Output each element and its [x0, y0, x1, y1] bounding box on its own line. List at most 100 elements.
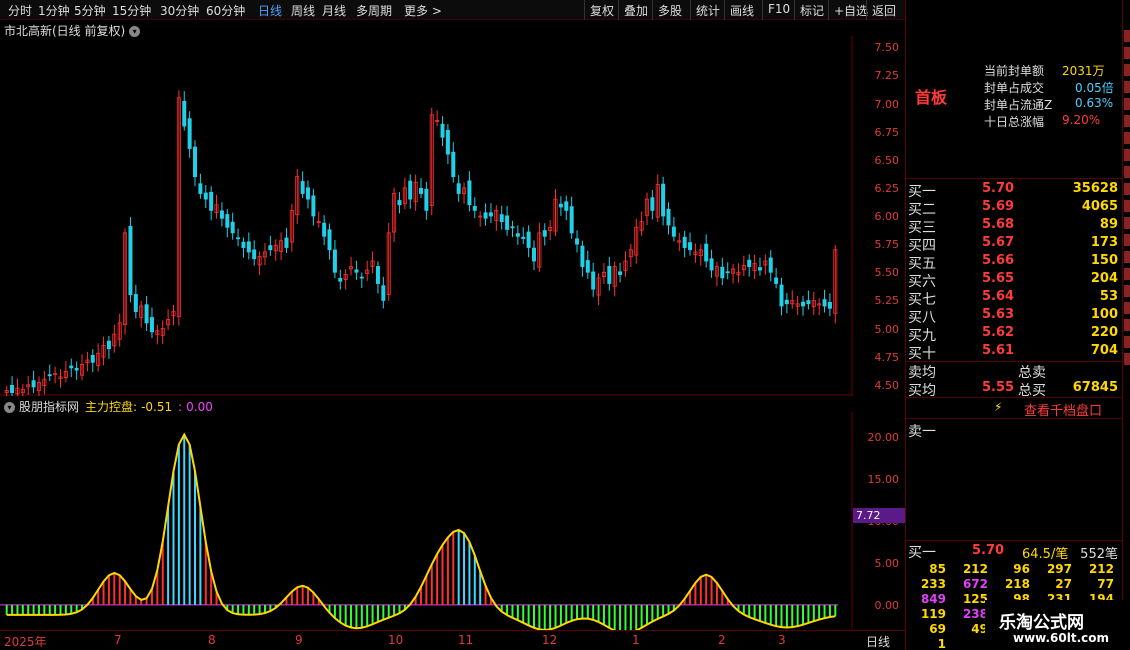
price-tick: 6.00 — [874, 210, 900, 223]
tab-1[interactable]: 1分钟 — [38, 2, 70, 19]
candle — [569, 196, 574, 239]
candle — [413, 174, 418, 211]
candle — [736, 263, 741, 283]
candle — [634, 218, 639, 264]
strip-mark — [1124, 64, 1130, 76]
indicator-chart[interactable] — [0, 412, 853, 630]
candle — [160, 320, 165, 345]
candle — [661, 176, 666, 226]
candle — [564, 195, 569, 221]
indicator-tick: 0.00 — [874, 598, 900, 612]
toolbar-button-8[interactable]: 返回 — [872, 2, 896, 19]
buy1-price: 5.70 — [972, 543, 1005, 558]
date-tick-3: 9 — [295, 633, 303, 647]
candle — [677, 232, 682, 252]
candle — [763, 254, 768, 275]
tab-5[interactable]: 60分钟 — [206, 2, 245, 19]
queue-cell: 69 — [929, 622, 946, 636]
strip-mark — [1124, 115, 1130, 127]
candle — [623, 251, 628, 277]
candle — [166, 309, 171, 331]
candle — [96, 343, 101, 372]
queue-cell: 233 — [920, 577, 946, 591]
strip-mark — [1124, 47, 1130, 59]
candle — [542, 223, 547, 246]
toolbar-button-4[interactable]: 画线 — [730, 2, 754, 19]
tab-10[interactable]: 更多 > — [404, 2, 442, 19]
candlestick-chart[interactable] — [0, 36, 853, 396]
candle — [236, 228, 241, 247]
strip-mark — [1124, 336, 1130, 348]
indicator-tick: 15.00 — [867, 473, 900, 487]
candle — [375, 261, 380, 294]
candle — [596, 273, 601, 306]
candle — [704, 234, 709, 268]
date-tick-5: 11 — [458, 633, 474, 647]
toolbar-button-3[interactable]: 统计 — [696, 2, 720, 19]
candle — [424, 181, 429, 220]
price-tick: 5.75 — [874, 238, 900, 252]
toolbar-button-0[interactable]: 复权 — [590, 2, 614, 19]
queue-cell: 49 — [971, 622, 988, 636]
seal-label-3: 十日总涨幅 — [984, 115, 1045, 129]
bid-label-1: 买二 — [908, 202, 936, 218]
toolbar-button-7[interactable]: +自选 — [834, 2, 868, 19]
tab-7[interactable]: 周线 — [291, 2, 315, 19]
candle — [279, 232, 284, 261]
strip-mark — [1124, 166, 1130, 178]
candle — [467, 171, 472, 212]
candle — [418, 178, 423, 199]
order-book-panel: 首板 当前封单额 2031万 封单占成交 0.05倍 封单占流通Z 0.63% 十日总涨幅 9.… — [905, 0, 1123, 650]
bid-volume-8: 220 — [1090, 325, 1118, 340]
period-label[interactable]: 日线 — [866, 633, 890, 650]
queue-cell: 125 — [962, 592, 988, 606]
queue-cell: 218 — [1004, 577, 1030, 591]
strip-mark — [1124, 285, 1130, 297]
candle — [171, 304, 176, 326]
bid-price-5: 5.65 — [982, 271, 1015, 286]
tab-6[interactable]: 日线 — [258, 2, 282, 19]
candle — [112, 324, 117, 353]
candle — [36, 376, 41, 396]
tab-2[interactable]: 5分钟 — [74, 2, 106, 19]
watermark-line2: www.60lt.com — [1013, 631, 1110, 645]
candle — [580, 240, 585, 277]
tab-8[interactable]: 月线 — [322, 2, 346, 19]
candle — [451, 142, 456, 183]
candle — [289, 203, 294, 252]
toolbar-button-2[interactable]: 多股 — [658, 2, 682, 19]
tab-0[interactable]: 分时 — [8, 2, 32, 19]
candle — [90, 349, 95, 373]
candle — [198, 173, 203, 199]
candle — [343, 269, 348, 290]
candle — [585, 250, 590, 279]
candle — [203, 184, 208, 208]
candle — [768, 250, 773, 282]
seal-value-3: 9.20% — [1062, 113, 1101, 127]
candle — [650, 189, 655, 220]
tab-4[interactable]: 30分钟 — [160, 2, 199, 19]
seal-label-1: 封单占成交 — [984, 81, 1045, 95]
candle — [806, 290, 811, 310]
candle — [182, 91, 187, 131]
divider-bids — [906, 178, 1123, 179]
candle — [822, 289, 827, 313]
candle — [386, 223, 391, 301]
tab-9[interactable]: 多周期 — [356, 2, 392, 19]
candle — [15, 378, 20, 396]
tab-3[interactable]: 15分钟 — [112, 2, 151, 19]
candle — [435, 110, 440, 127]
candle — [688, 232, 693, 256]
toolbar-button-1[interactable]: 叠加 — [624, 2, 648, 19]
toolbar-button-6[interactable]: 标记 — [800, 2, 824, 19]
divider-buy1 — [906, 540, 1123, 541]
view-depth-button[interactable]: 查看千档盘口 — [1024, 400, 1102, 419]
buy-avg-value: 5.55 — [982, 380, 1015, 395]
indicator-marker: 7.72 — [853, 508, 905, 523]
toolbar-button-5[interactable]: F10 — [768, 2, 790, 16]
strip-mark — [1124, 302, 1130, 314]
candle — [575, 230, 580, 253]
sell-avg-label: 卖均 — [908, 365, 936, 381]
side-strip — [1122, 0, 1130, 650]
queue-cell: 212 — [1088, 562, 1114, 576]
